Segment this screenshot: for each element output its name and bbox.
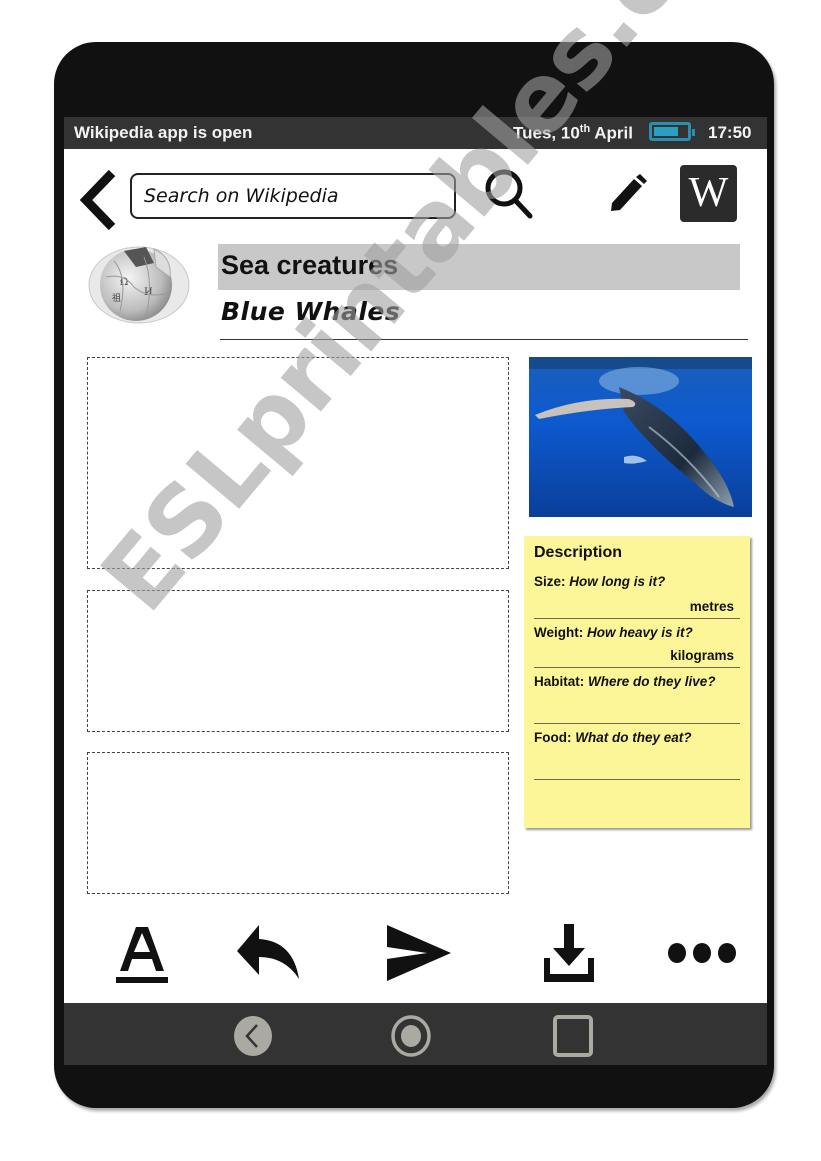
more-options-button[interactable] (664, 919, 740, 987)
app-status-text: Wikipedia app is open (74, 123, 253, 142)
description-card: Description Size: How long is it? metres… (524, 536, 750, 828)
food-label: Food: (534, 730, 576, 745)
battery-icon (649, 122, 695, 141)
text-box-2[interactable] (87, 590, 509, 732)
weight-label: Weight: (534, 625, 587, 640)
system-nav-bar (64, 1003, 767, 1065)
food-question: Food: What do they eat? (534, 730, 740, 745)
font-underline-icon (116, 927, 168, 983)
text-box-3[interactable] (87, 752, 509, 894)
send-icon (387, 925, 451, 981)
description-heading: Description (534, 544, 623, 561)
weight-unit: kilograms (670, 648, 734, 663)
svg-text:祖: 祖 (112, 292, 121, 304)
search-icon[interactable] (482, 167, 536, 221)
article-title: Blue Whales (221, 297, 401, 326)
reply-button[interactable] (232, 919, 304, 987)
size-unit: metres (689, 599, 734, 614)
weight-prompt: How heavy is it? (587, 625, 693, 640)
download-button[interactable] (538, 919, 602, 987)
weight-answer-line[interactable] (534, 667, 740, 668)
send-button[interactable] (382, 919, 454, 987)
weight-question: Weight: How heavy is it? (534, 625, 740, 640)
habitat-label: Habitat: (534, 674, 588, 689)
svg-text:И: И (144, 287, 153, 298)
back-chevron-icon[interactable] (78, 169, 118, 231)
food-prompt: What do they eat? (575, 730, 692, 745)
habitat-prompt: Where do they live? (588, 674, 716, 689)
app-screen: W Ω И 祖 Sea creatures Blue Whales (64, 149, 767, 1003)
title-divider (220, 339, 748, 340)
date-month: April (594, 123, 633, 143)
text-box-1[interactable] (87, 357, 509, 569)
pencil-icon[interactable] (608, 173, 648, 213)
nav-back-icon[interactable] (232, 1015, 274, 1057)
download-icon (544, 924, 594, 982)
habitat-question: Habitat: Where do they live? (534, 674, 740, 689)
search-input[interactable] (130, 173, 456, 219)
date-suffix: th (579, 123, 591, 135)
size-prompt: How long is it? (569, 574, 666, 589)
size-question: Size: How long is it? (534, 574, 740, 589)
status-time: 17:50 (708, 123, 752, 142)
category-heading: Sea creatures (218, 244, 740, 290)
status-date: Tues, 10th April (513, 123, 633, 144)
wikipedia-logo-button[interactable]: W (680, 165, 737, 222)
size-label: Size: (534, 574, 570, 589)
more-dots-icon (668, 943, 736, 963)
size-answer-line[interactable] (534, 618, 740, 619)
text-format-button[interactable] (110, 919, 174, 987)
date-day: Tues, 10 (513, 123, 580, 143)
status-bar: Wikipedia app is open Tues, 10th April 1… (64, 117, 767, 149)
reply-arrow-icon (237, 925, 299, 979)
wikipedia-globe-icon: Ω И 祖 (88, 246, 190, 324)
habitat-answer-line[interactable] (534, 723, 740, 724)
battery-level-fill (654, 127, 678, 136)
whale-photo (529, 357, 752, 517)
nav-home-icon[interactable] (390, 1015, 432, 1057)
nav-recent-apps-icon[interactable] (552, 1015, 594, 1057)
food-answer-line[interactable] (534, 779, 740, 780)
